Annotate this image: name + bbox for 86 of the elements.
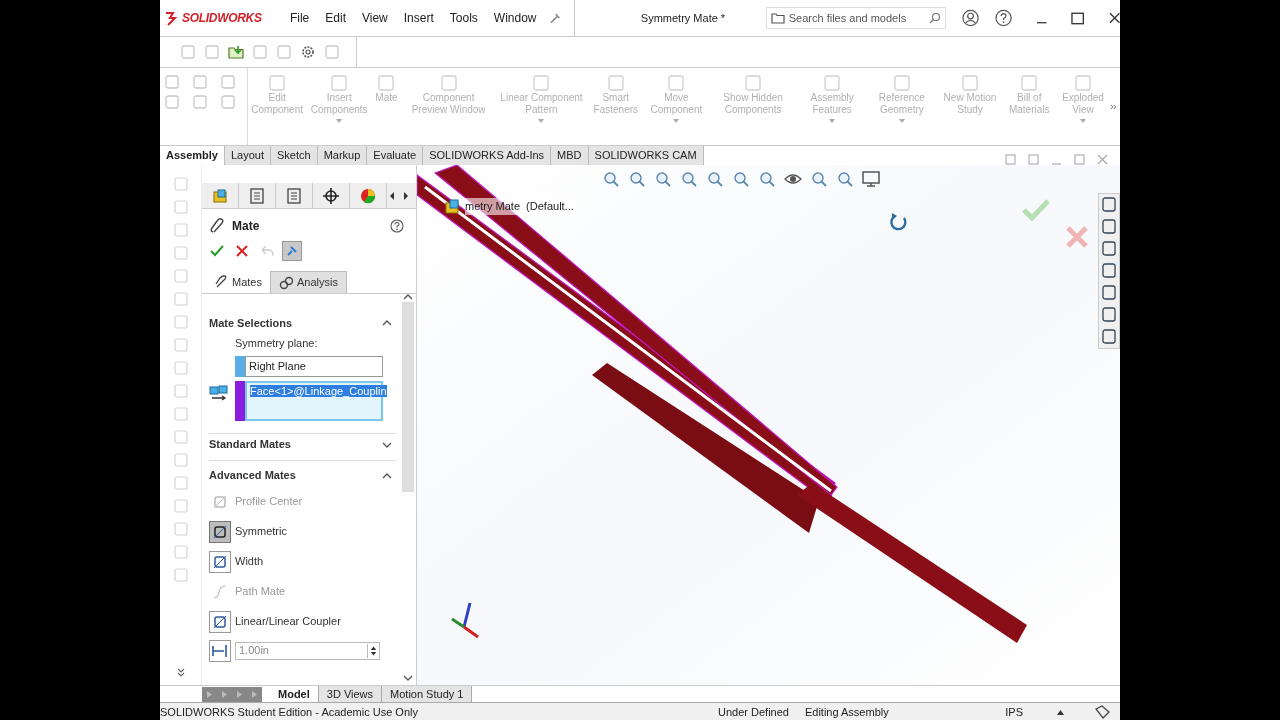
section-title: Standard Mates <box>209 437 291 453</box>
tool-icon <box>823 74 842 92</box>
close-icon[interactable] <box>236 245 248 257</box>
mate-option[interactable]: Linear/Linear Coupler <box>209 606 396 637</box>
ribbon-tab[interactable]: SOLIDWORKS CAM <box>588 146 704 165</box>
ok-icon[interactable] <box>210 245 224 257</box>
status-text: Under Defined <box>718 704 789 720</box>
assembly-icon <box>445 198 461 215</box>
tool-icon <box>667 74 686 92</box>
help-icon[interactable] <box>994 9 1012 27</box>
menu-item[interactable]: Tools <box>441 9 486 27</box>
assembly-icon <box>212 187 228 204</box>
help-icon[interactable] <box>390 219 404 233</box>
menu-item[interactable]: Edit <box>317 9 354 27</box>
collapse-icon[interactable] <box>382 472 392 479</box>
tool-icon <box>439 74 458 92</box>
rebuild-icon[interactable] <box>889 212 909 232</box>
ribbon-tab[interactable]: SOLIDWORKS Add-Ins <box>423 146 552 165</box>
crosshair-icon <box>323 187 339 204</box>
ribbon-tab[interactable]: Markup <box>317 146 368 165</box>
tree-icon <box>286 187 302 204</box>
mate-option[interactable]: Symmetric <box>209 516 396 547</box>
pin-icon[interactable] <box>548 11 562 25</box>
distance-icon[interactable] <box>209 639 231 662</box>
user-icon[interactable] <box>961 9 979 27</box>
tool-icon <box>532 74 551 92</box>
tool-icon <box>377 74 396 92</box>
ribbon-tab[interactable]: Evaluate <box>367 146 424 165</box>
menu-item[interactable]: File <box>281 9 318 27</box>
symmetric-icon <box>213 524 227 539</box>
scroll-right-icon[interactable] <box>401 190 411 201</box>
search-icon <box>928 12 941 24</box>
collapse-icon[interactable] <box>382 320 392 326</box>
caret-up-icon[interactable] <box>1057 709 1064 715</box>
tool-icon <box>330 74 349 92</box>
tool-icon <box>744 74 763 92</box>
distance-field[interactable]: 1.00in <box>235 641 380 660</box>
search-field[interactable]: Search files and models <box>765 7 946 29</box>
pin-button[interactable] <box>282 241 302 261</box>
more-chevron-icon[interactable] <box>1109 102 1116 111</box>
field-label: Symmetry plane: <box>234 336 319 351</box>
paperclip-icon <box>210 218 224 234</box>
ribbon-tab[interactable]: Layout <box>225 146 271 165</box>
ribbon-tab[interactable]: MBD <box>551 146 589 165</box>
scroll-up-icon[interactable] <box>403 294 413 300</box>
tool-icon <box>1020 74 1039 92</box>
curve-icon <box>213 584 227 599</box>
status-text: Editing Assembly <box>804 704 889 720</box>
tool-icon <box>892 74 911 92</box>
section-title: Mate Selections <box>209 315 293 331</box>
panel-tab[interactable]: Analysis <box>269 271 347 293</box>
selection-box[interactable]: Right Plane <box>245 355 383 377</box>
menu-item[interactable]: View <box>354 9 396 27</box>
tool-icon <box>268 74 287 92</box>
mate-label: metry Mate (Default... <box>465 198 574 215</box>
ds-logo-icon <box>164 10 180 26</box>
gears-icon <box>278 275 293 290</box>
panel-title: Mate <box>232 218 260 235</box>
model-tab[interactable]: Motion Study 1 <box>382 685 473 703</box>
open-folder-icon[interactable] <box>228 44 244 60</box>
tool-icon <box>606 74 625 92</box>
paperclip-icon <box>214 275 228 289</box>
window-title: Symmetry Mate * <box>640 10 727 26</box>
scroll-down-icon[interactable] <box>403 675 413 681</box>
section-title: Advanced Mates <box>209 468 296 484</box>
monitor-icon[interactable] <box>862 170 880 188</box>
zoom-fit-icon[interactable] <box>602 170 620 188</box>
menu-item[interactable]: Window <box>485 9 545 27</box>
expand-chevron-icon[interactable] <box>176 668 185 677</box>
units-label[interactable]: IPS <box>1005 703 1023 720</box>
maximize-icon[interactable] <box>1071 11 1085 25</box>
close-icon[interactable] <box>1108 12 1120 24</box>
spinner-icon[interactable] <box>367 643 379 658</box>
status-text: SOLIDWORKS Student Edition - Academic Use Only <box>160 704 419 720</box>
model-tab[interactable]: 3D Views <box>318 685 383 703</box>
expand-icon[interactable] <box>382 441 392 448</box>
logo-text: SOLIDWORKS <box>182 10 262 27</box>
tool-icon <box>1074 74 1092 92</box>
swap-icon[interactable] <box>209 383 229 402</box>
pin-icon <box>286 245 298 257</box>
ribbon-tab[interactable]: Sketch <box>271 146 318 165</box>
mate-option[interactable]: Width <box>209 546 396 577</box>
menu-item[interactable]: Insert <box>395 9 442 27</box>
tool-icon <box>961 74 979 92</box>
zoom-area-icon[interactable] <box>628 170 646 188</box>
tag-icon[interactable] <box>1094 705 1110 719</box>
